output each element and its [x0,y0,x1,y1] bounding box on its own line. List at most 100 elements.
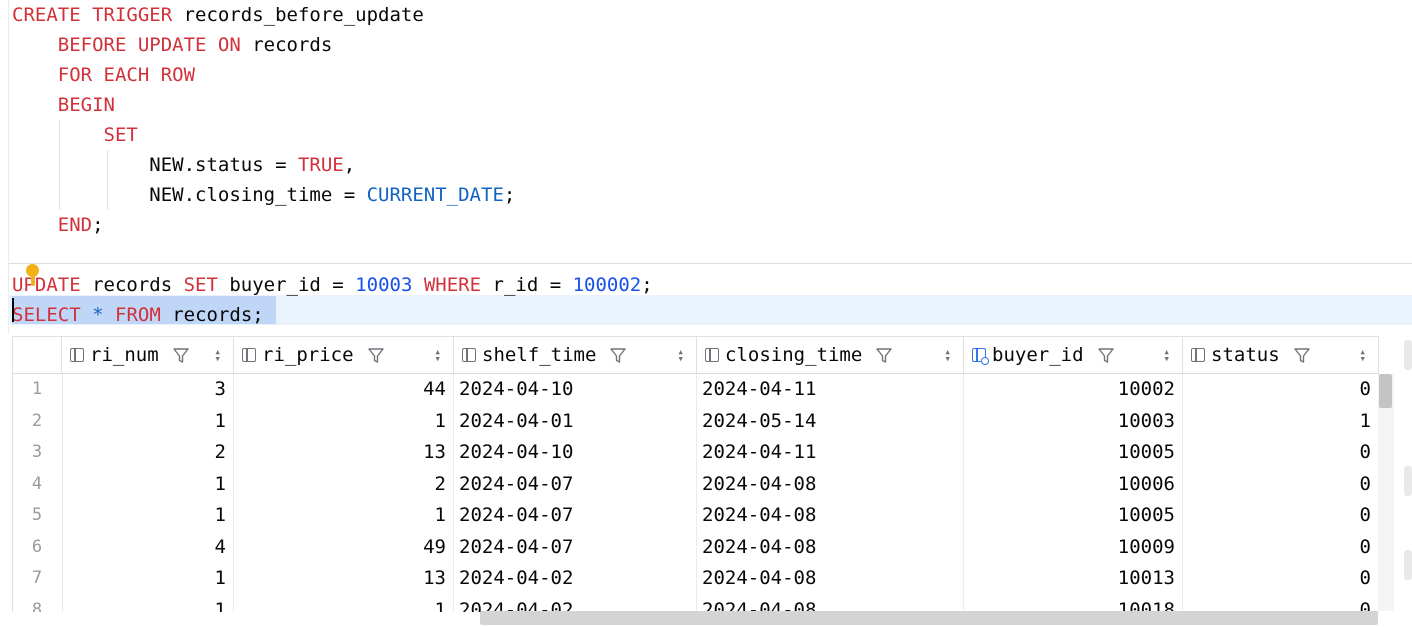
side-panel-handle[interactable] [1404,466,1412,496]
table-cell[interactable]: 1 [62,406,234,438]
table-cell[interactable]: 10018 [964,595,1183,613]
table-cell[interactable]: 13 [234,563,454,595]
foreign-key-column-icon [972,348,989,365]
code-token: SELECT [12,304,81,326]
table-cell[interactable]: 0 [1183,532,1379,564]
table-cell[interactable]: 0 [1183,595,1379,613]
code-line[interactable]: BEGIN [12,90,115,120]
table-cell[interactable]: 1 [62,563,234,595]
table-cell[interactable]: 3 [62,374,234,406]
table-cell[interactable]: 0 [1183,437,1379,469]
table-cell[interactable]: 2024-04-07 [454,469,697,501]
filter-icon[interactable] [1292,345,1312,365]
table-cell[interactable]: 2024-04-07 [454,500,697,532]
table-cell[interactable]: 2024-04-01 [454,406,697,438]
table-cell[interactable]: 2024-04-10 [454,374,697,406]
filter-icon[interactable] [608,345,628,365]
side-panel-handle[interactable] [1404,340,1412,370]
table-cell[interactable]: 10002 [964,374,1183,406]
table-cell[interactable]: 10003 [964,406,1183,438]
sort-icon[interactable]: ▴ ▾ [944,346,951,364]
column-header-closing-time[interactable]: closing_time ▴ ▾ [697,337,964,374]
table-cell[interactable]: 1 [234,406,454,438]
table-cell[interactable]: 1 [234,500,454,532]
code-line[interactable]: SET [12,120,138,150]
table-cell[interactable]: 4 [62,532,234,564]
code-line[interactable]: FOR EACH ROW [12,60,195,90]
filter-icon[interactable] [366,345,386,365]
table-cell[interactable]: 10005 [964,437,1183,469]
code-line[interactable]: SELECT * FROM records; [12,300,264,330]
filter-icon[interactable] [874,345,894,365]
table-cell[interactable]: 0 [1183,500,1379,532]
filter-icon[interactable] [1096,345,1116,365]
code-token: FROM [115,304,161,326]
result-grid[interactable]: ri_num ▴ ▾ ri_price ▴ ▾ shelf_time ▴ ▾ closing_ti… [12,336,1379,612]
table-cell[interactable]: 2 [62,437,234,469]
table-cell[interactable]: 1 [1183,406,1379,438]
row-number[interactable]: 5 [13,500,61,532]
row-number[interactable]: 6 [13,532,61,564]
code-token: END [12,214,93,236]
table-cell[interactable]: 1 [62,500,234,532]
table-cell[interactable]: 2024-04-02 [454,595,697,613]
grid-corner[interactable] [13,337,62,374]
sort-icon[interactable]: ▴ ▾ [1163,346,1170,364]
side-panel-handle[interactable] [1404,550,1412,580]
table-cell[interactable]: 1 [62,595,234,613]
table-cell[interactable]: 10009 [964,532,1183,564]
row-number[interactable]: 4 [13,469,61,501]
code-line[interactable]: END; [12,210,104,240]
table-cell[interactable]: 2024-04-11 [697,374,964,406]
sort-icon[interactable]: ▴ ▾ [214,346,221,364]
table-cell[interactable]: 10005 [964,500,1183,532]
table-cell[interactable]: 2024-04-08 [697,532,964,564]
code-token: UPDATE [12,274,81,296]
table-cell[interactable]: 2024-04-08 [697,595,964,613]
table-cell[interactable]: 2024-05-14 [697,406,964,438]
code-line[interactable]: NEW.status = TRUE, [12,150,355,180]
column-header-buyer-id[interactable]: buyer_id ▴ ▾ [964,337,1183,374]
vertical-scrollbar-track[interactable] [1378,374,1394,611]
table-cell[interactable]: 10006 [964,469,1183,501]
horizontal-scrollbar-thumb[interactable] [480,611,1378,625]
table-cell[interactable]: 49 [234,532,454,564]
sort-icon[interactable]: ▴ ▾ [677,346,684,364]
column-name: closing_time [725,344,863,366]
table-cell[interactable]: 2024-04-11 [697,437,964,469]
row-number[interactable]: 7 [13,563,61,595]
filter-icon[interactable] [171,345,191,365]
sort-icon[interactable]: ▴ ▾ [434,346,441,364]
statement-separator [8,263,1412,264]
table-cell[interactable]: 0 [1183,374,1379,406]
row-number[interactable]: 1 [13,374,61,406]
column-header-ri-price[interactable]: ri_price ▴ ▾ [234,337,454,374]
code-line[interactable]: CREATE TRIGGER records_before_update [12,0,424,30]
row-number[interactable]: 3 [13,437,61,469]
column-header-shelf-time[interactable]: shelf_time ▴ ▾ [454,337,697,374]
table-cell[interactable]: 2024-04-08 [697,500,964,532]
row-number[interactable]: 2 [13,406,61,438]
table-cell[interactable]: 2 [234,469,454,501]
vertical-scrollbar-thumb[interactable] [1379,374,1392,408]
table-cell[interactable]: 1 [62,469,234,501]
table-cell[interactable]: 44 [234,374,454,406]
table-cell[interactable]: 2024-04-07 [454,532,697,564]
table-cell[interactable]: 0 [1183,469,1379,501]
sort-icon[interactable]: ▴ ▾ [1359,346,1366,364]
table-cell[interactable]: 1 [234,595,454,613]
column-header-status[interactable]: status ▴ ▾ [1183,337,1379,374]
table-cell[interactable]: 2024-04-08 [697,563,964,595]
table-cell[interactable]: 2024-04-02 [454,563,697,595]
sql-editor[interactable]: CREATE TRIGGER records_before_update BEF… [0,0,1412,334]
table-cell[interactable]: 2024-04-08 [697,469,964,501]
table-cell[interactable]: 0 [1183,563,1379,595]
table-cell[interactable]: 2024-04-10 [454,437,697,469]
code-line[interactable]: NEW.closing_time = CURRENT_DATE; [12,180,515,210]
code-line[interactable]: UPDATE records SET buyer_id = 10003 WHER… [12,270,653,300]
row-number[interactable]: 8 [13,595,61,613]
column-header-ri-num[interactable]: ri_num ▴ ▾ [62,337,234,374]
table-cell[interactable]: 13 [234,437,454,469]
table-cell[interactable]: 10013 [964,563,1183,595]
code-line[interactable]: BEFORE UPDATE ON records [12,30,333,60]
